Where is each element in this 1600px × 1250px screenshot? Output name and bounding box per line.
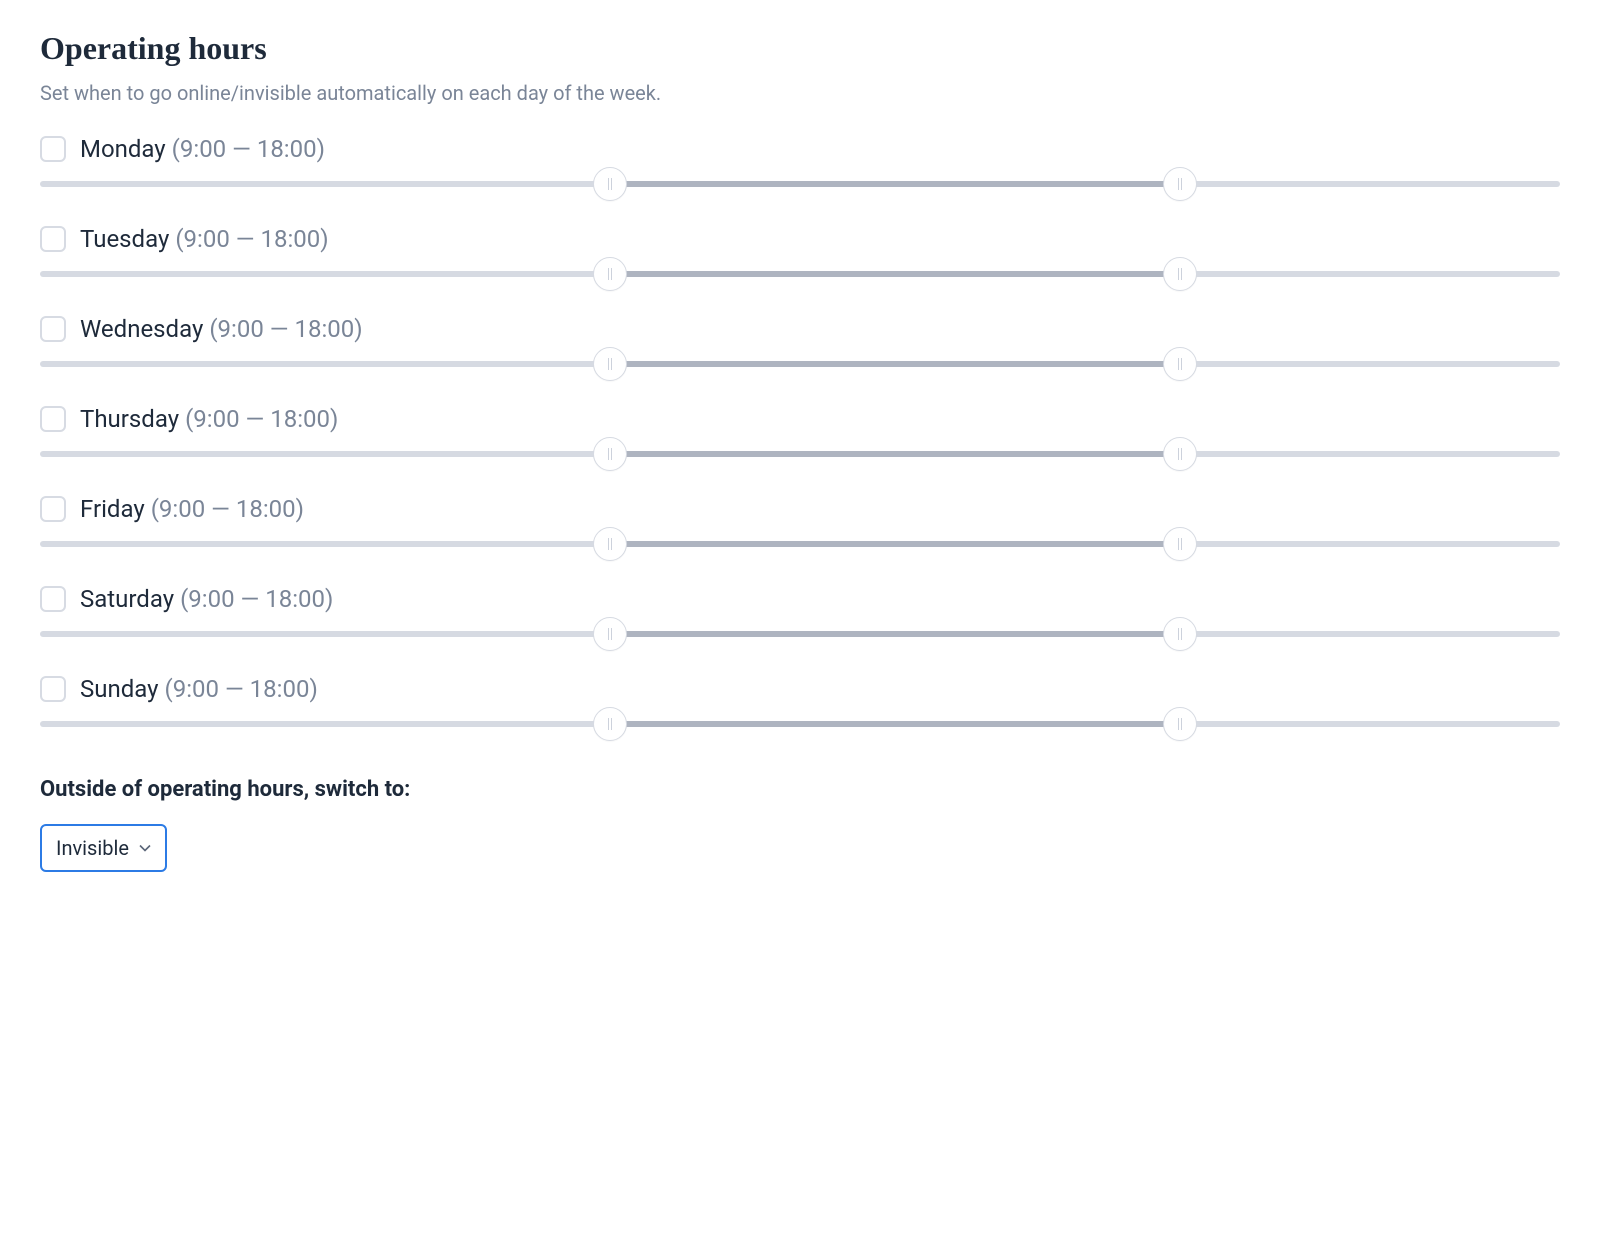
- time-slider-friday[interactable]: [40, 541, 1560, 547]
- slider-handle-end[interactable]: [1163, 617, 1197, 651]
- day-row-sunday: Sunday(9:00 — 18:00): [40, 675, 1560, 727]
- slider-handle-end[interactable]: [1163, 527, 1197, 561]
- time-slider-monday[interactable]: [40, 181, 1560, 187]
- slider-handle-start[interactable]: [593, 167, 627, 201]
- day-row-saturday: Saturday(9:00 — 18:00): [40, 585, 1560, 637]
- slider-handle-end[interactable]: [1163, 257, 1197, 291]
- day-row-thursday: Thursday(9:00 — 18:00): [40, 405, 1560, 457]
- day-range: (9:00 — 18:00): [175, 225, 328, 253]
- day-row-monday: Monday(9:00 — 18:00): [40, 135, 1560, 187]
- slider-fill: [610, 361, 1180, 367]
- day-row-friday: Friday(9:00 — 18:00): [40, 495, 1560, 547]
- time-slider-wednesday[interactable]: [40, 361, 1560, 367]
- day-name: Thursday: [80, 405, 179, 433]
- day-name: Friday: [80, 495, 145, 523]
- day-name: Monday: [80, 135, 166, 163]
- page-title: Operating hours: [40, 30, 1560, 67]
- time-slider-sunday[interactable]: [40, 721, 1560, 727]
- day-range: (9:00 — 18:00): [180, 585, 333, 613]
- day-name: Saturday: [80, 585, 174, 613]
- slider-fill: [610, 451, 1180, 457]
- day-name: Sunday: [80, 675, 159, 703]
- slider-handle-start[interactable]: [593, 707, 627, 741]
- slider-handle-start[interactable]: [593, 257, 627, 291]
- day-name: Wednesday: [80, 315, 203, 343]
- outside-hours-select-value: Invisible: [56, 836, 129, 860]
- slider-handle-start[interactable]: [593, 347, 627, 381]
- slider-handle-start[interactable]: [593, 527, 627, 561]
- day-checkbox-sunday[interactable]: [40, 676, 66, 702]
- day-checkbox-thursday[interactable]: [40, 406, 66, 432]
- slider-handle-start[interactable]: [593, 617, 627, 651]
- chevron-down-icon: [139, 842, 151, 854]
- slider-handle-end[interactable]: [1163, 437, 1197, 471]
- slider-fill: [610, 271, 1180, 277]
- slider-fill: [610, 541, 1180, 547]
- time-slider-saturday[interactable]: [40, 631, 1560, 637]
- day-name: Tuesday: [80, 225, 169, 253]
- day-range: (9:00 — 18:00): [209, 315, 362, 343]
- day-checkbox-friday[interactable]: [40, 496, 66, 522]
- day-range: (9:00 — 18:00): [151, 495, 304, 523]
- slider-fill: [610, 631, 1180, 637]
- outside-hours-select[interactable]: Invisible: [40, 824, 167, 872]
- day-row-wednesday: Wednesday(9:00 — 18:00): [40, 315, 1560, 367]
- slider-handle-end[interactable]: [1163, 707, 1197, 741]
- day-checkbox-saturday[interactable]: [40, 586, 66, 612]
- slider-fill: [610, 181, 1180, 187]
- day-checkbox-tuesday[interactable]: [40, 226, 66, 252]
- slider-handle-end[interactable]: [1163, 167, 1197, 201]
- time-slider-thursday[interactable]: [40, 451, 1560, 457]
- day-range: (9:00 — 18:00): [185, 405, 338, 433]
- slider-handle-start[interactable]: [593, 437, 627, 471]
- outside-hours-label: Outside of operating hours, switch to:: [40, 777, 1560, 802]
- slider-fill: [610, 721, 1180, 727]
- time-slider-tuesday[interactable]: [40, 271, 1560, 277]
- day-range: (9:00 — 18:00): [165, 675, 318, 703]
- day-row-tuesday: Tuesday(9:00 — 18:00): [40, 225, 1560, 277]
- page-subtitle: Set when to go online/invisible automati…: [40, 81, 1560, 105]
- day-checkbox-wednesday[interactable]: [40, 316, 66, 342]
- day-checkbox-monday[interactable]: [40, 136, 66, 162]
- slider-handle-end[interactable]: [1163, 347, 1197, 381]
- day-range: (9:00 — 18:00): [172, 135, 325, 163]
